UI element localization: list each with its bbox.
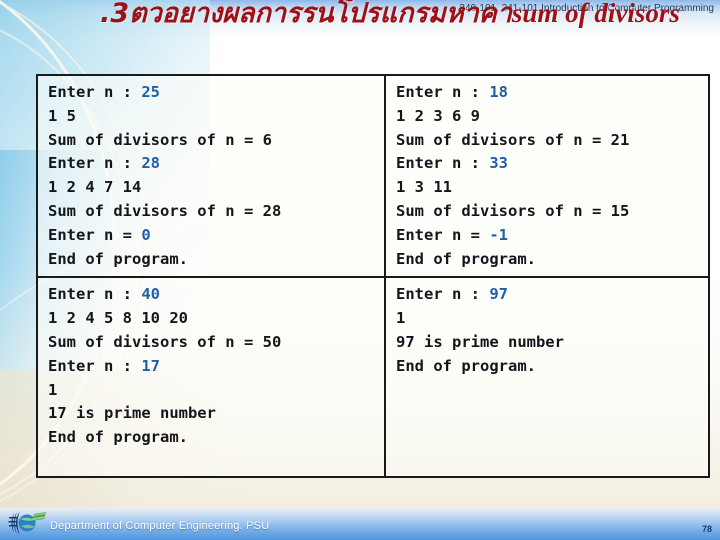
console-output-text: Enter n :	[48, 83, 142, 101]
console-output-text: 1	[48, 380, 58, 399]
console-output-text: End of program.	[48, 249, 188, 268]
console-output-text: End of program.	[396, 356, 536, 375]
console-text-bottom-left: Enter n : 40 1 2 4 5 8 10 20 Sum of divi…	[48, 283, 384, 450]
console-output-text: 1 2 3 6 9	[396, 106, 480, 125]
console-output-table: Enter n : 25 1 5 Sum of divisors of n = …	[36, 73, 710, 479]
console-input-value: 40	[141, 285, 160, 304]
console-input-value: 0	[141, 225, 151, 244]
console-output-text: 1 3 11	[396, 178, 452, 197]
console-output-text: Enter n :	[48, 356, 142, 375]
console-text-bottom-right: Enter n : 97 1 97 is prime number End of…	[396, 283, 708, 378]
console-input-value: 33	[489, 154, 508, 173]
console-output-text: 1 2 4 7 14	[48, 178, 142, 197]
console-output-text: 1	[396, 309, 406, 328]
page-title-thai: .3ตวอยางผลการรนโปรแกรมหาคา	[100, 0, 512, 29]
console-output-text: Enter n =	[48, 225, 142, 244]
console-output-text: 1 5	[48, 106, 76, 125]
console-cell-bottom-right: Enter n : 97 1 97 is prime number End of…	[384, 276, 710, 479]
console-output-text: 17 is prime number	[48, 404, 216, 423]
console-output-text: Sum of divisors of n = 50	[48, 332, 282, 351]
console-output-text: End of program.	[396, 249, 536, 268]
console-output-text: Enter n :	[396, 83, 490, 101]
page-title-english: sum of divisors	[511, 0, 680, 28]
footer-department-label: Department of Computer Engineering. PSU	[50, 520, 270, 532]
console-output-text: End of program.	[48, 428, 188, 447]
console-text-top-left: Enter n : 25 1 5 Sum of divisors of n = …	[48, 81, 384, 271]
console-output-text: Sum of divisors of n = 21	[396, 130, 630, 149]
console-output-text: 97 is prime number	[396, 332, 564, 351]
page-number: 78	[701, 524, 712, 534]
table-row: Enter n : 25 1 5 Sum of divisors of n = …	[36, 73, 710, 279]
slide: 240-101, 241-101 Introduction to Compute…	[0, 0, 720, 540]
console-input-value: 18	[489, 83, 508, 101]
console-cell-top-right: Enter n : 18 1 2 3 6 9 Sum of divisors o…	[384, 73, 710, 279]
console-output-text: Enter n :	[48, 285, 142, 304]
console-output-text: 1 2 4 5 8 10 20	[48, 309, 188, 328]
console-text-top-right: Enter n : 18 1 2 3 6 9 Sum of divisors o…	[396, 81, 708, 271]
console-input-value: 28	[141, 154, 160, 173]
console-input-value: -1	[489, 225, 508, 244]
console-output-text: Enter n =	[396, 225, 490, 244]
console-input-value: 97	[489, 285, 508, 304]
page-title: .3ตวอยางผลการรนโปรแกรมหาคาsum of divisor…	[60, 0, 720, 31]
globe-swoosh-logo-icon	[8, 511, 46, 535]
console-output-text: Sum of divisors of n = 15	[396, 201, 630, 220]
console-input-value: 25	[141, 83, 160, 101]
console-input-value: 17	[141, 356, 160, 375]
console-cell-top-left: Enter n : 25 1 5 Sum of divisors of n = …	[36, 73, 386, 279]
console-cell-bottom-left: Enter n : 40 1 2 4 5 8 10 20 Sum of divi…	[36, 276, 386, 479]
console-output-text: Sum of divisors of n = 6	[48, 130, 272, 149]
console-output-text: Enter n :	[396, 154, 490, 173]
console-output-text: Enter n :	[396, 285, 490, 304]
console-output-text: Enter n :	[48, 154, 142, 173]
table-row: Enter n : 40 1 2 4 5 8 10 20 Sum of divi…	[36, 276, 710, 479]
console-output-text: Sum of divisors of n = 28	[48, 201, 282, 220]
